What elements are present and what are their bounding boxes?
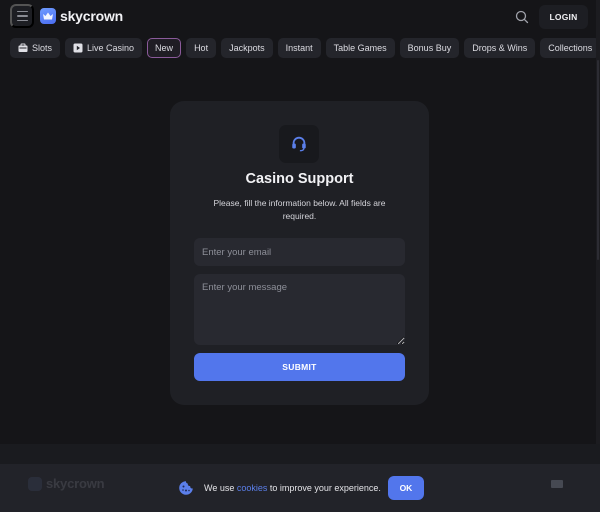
category-label: Drops & Wins (472, 43, 528, 53)
flag-icon (551, 480, 563, 488)
hamburger-icon-line (16, 10, 28, 13)
category-live-casino[interactable]: Live Casino (65, 38, 143, 58)
category-label: Hot (194, 43, 209, 53)
category-label: Jackpots (229, 43, 265, 53)
brand-name: skycrown (60, 8, 123, 24)
category-new[interactable]: New (147, 38, 182, 58)
category-jackpots[interactable]: Jackpots (221, 38, 273, 58)
headset-icon (279, 125, 319, 163)
cookie-content: We use cookies to improve your experienc… (178, 476, 424, 500)
category-label: Instant (285, 43, 313, 53)
support-form-card: Casino Support Please, fill the informat… (170, 101, 429, 405)
search-icon[interactable] (514, 9, 530, 25)
form-subtitle: Please, fill the information below. All … (213, 198, 386, 221)
form-title: Casino Support (245, 171, 354, 187)
hamburger-icon-line (16, 15, 28, 17)
cookie-icon (179, 481, 193, 495)
category-slots[interactable]: Slots (10, 38, 61, 58)
category-label: New (155, 43, 174, 53)
cookie-text-after: to improve your experience. (267, 483, 381, 493)
crown-icon (40, 8, 56, 24)
login-button[interactable]: LOGIN (539, 5, 588, 29)
category-label: Table Games (333, 43, 387, 53)
top-header: skycrown LOGIN (0, 0, 600, 34)
category-collections[interactable]: Collections (540, 38, 600, 58)
crown-icon (28, 476, 42, 491)
category-label: Collections (548, 43, 593, 53)
email-input[interactable] (194, 238, 405, 266)
cookie-text-before: We use (204, 483, 237, 493)
hamburger-icon-line (16, 19, 28, 22)
category-instant[interactable]: Instant (277, 38, 321, 58)
scrollbar-thumb[interactable] (597, 60, 599, 260)
category-label: Bonus Buy (407, 43, 452, 53)
brand-logo[interactable]: skycrown (40, 8, 123, 24)
cookies-link[interactable]: cookies (237, 483, 268, 493)
category-nav: Slots Live Casino New Hot Jackpots Insta… (10, 38, 600, 58)
cookie-message: We use cookies to improve your experienc… (204, 483, 381, 493)
submit-button[interactable]: SUBMIT (194, 353, 405, 381)
category-hot[interactable]: Hot (186, 38, 217, 58)
message-textarea[interactable] (194, 274, 405, 345)
category-table-games[interactable]: Table Games (325, 38, 395, 58)
cookie-ok-button[interactable]: OK (387, 476, 424, 500)
play-icon (73, 43, 83, 53)
footer-brand-name: skycrown (46, 476, 105, 491)
category-label: Slots (32, 43, 53, 53)
slot-machine-icon (18, 43, 28, 52)
category-label: Live Casino (87, 43, 135, 53)
category-drops-wins[interactable]: Drops & Wins (464, 38, 536, 58)
footer-logo: skycrown (28, 476, 105, 491)
menu-button[interactable] (10, 4, 34, 28)
category-bonus-buy[interactable]: Bonus Buy (399, 38, 460, 58)
